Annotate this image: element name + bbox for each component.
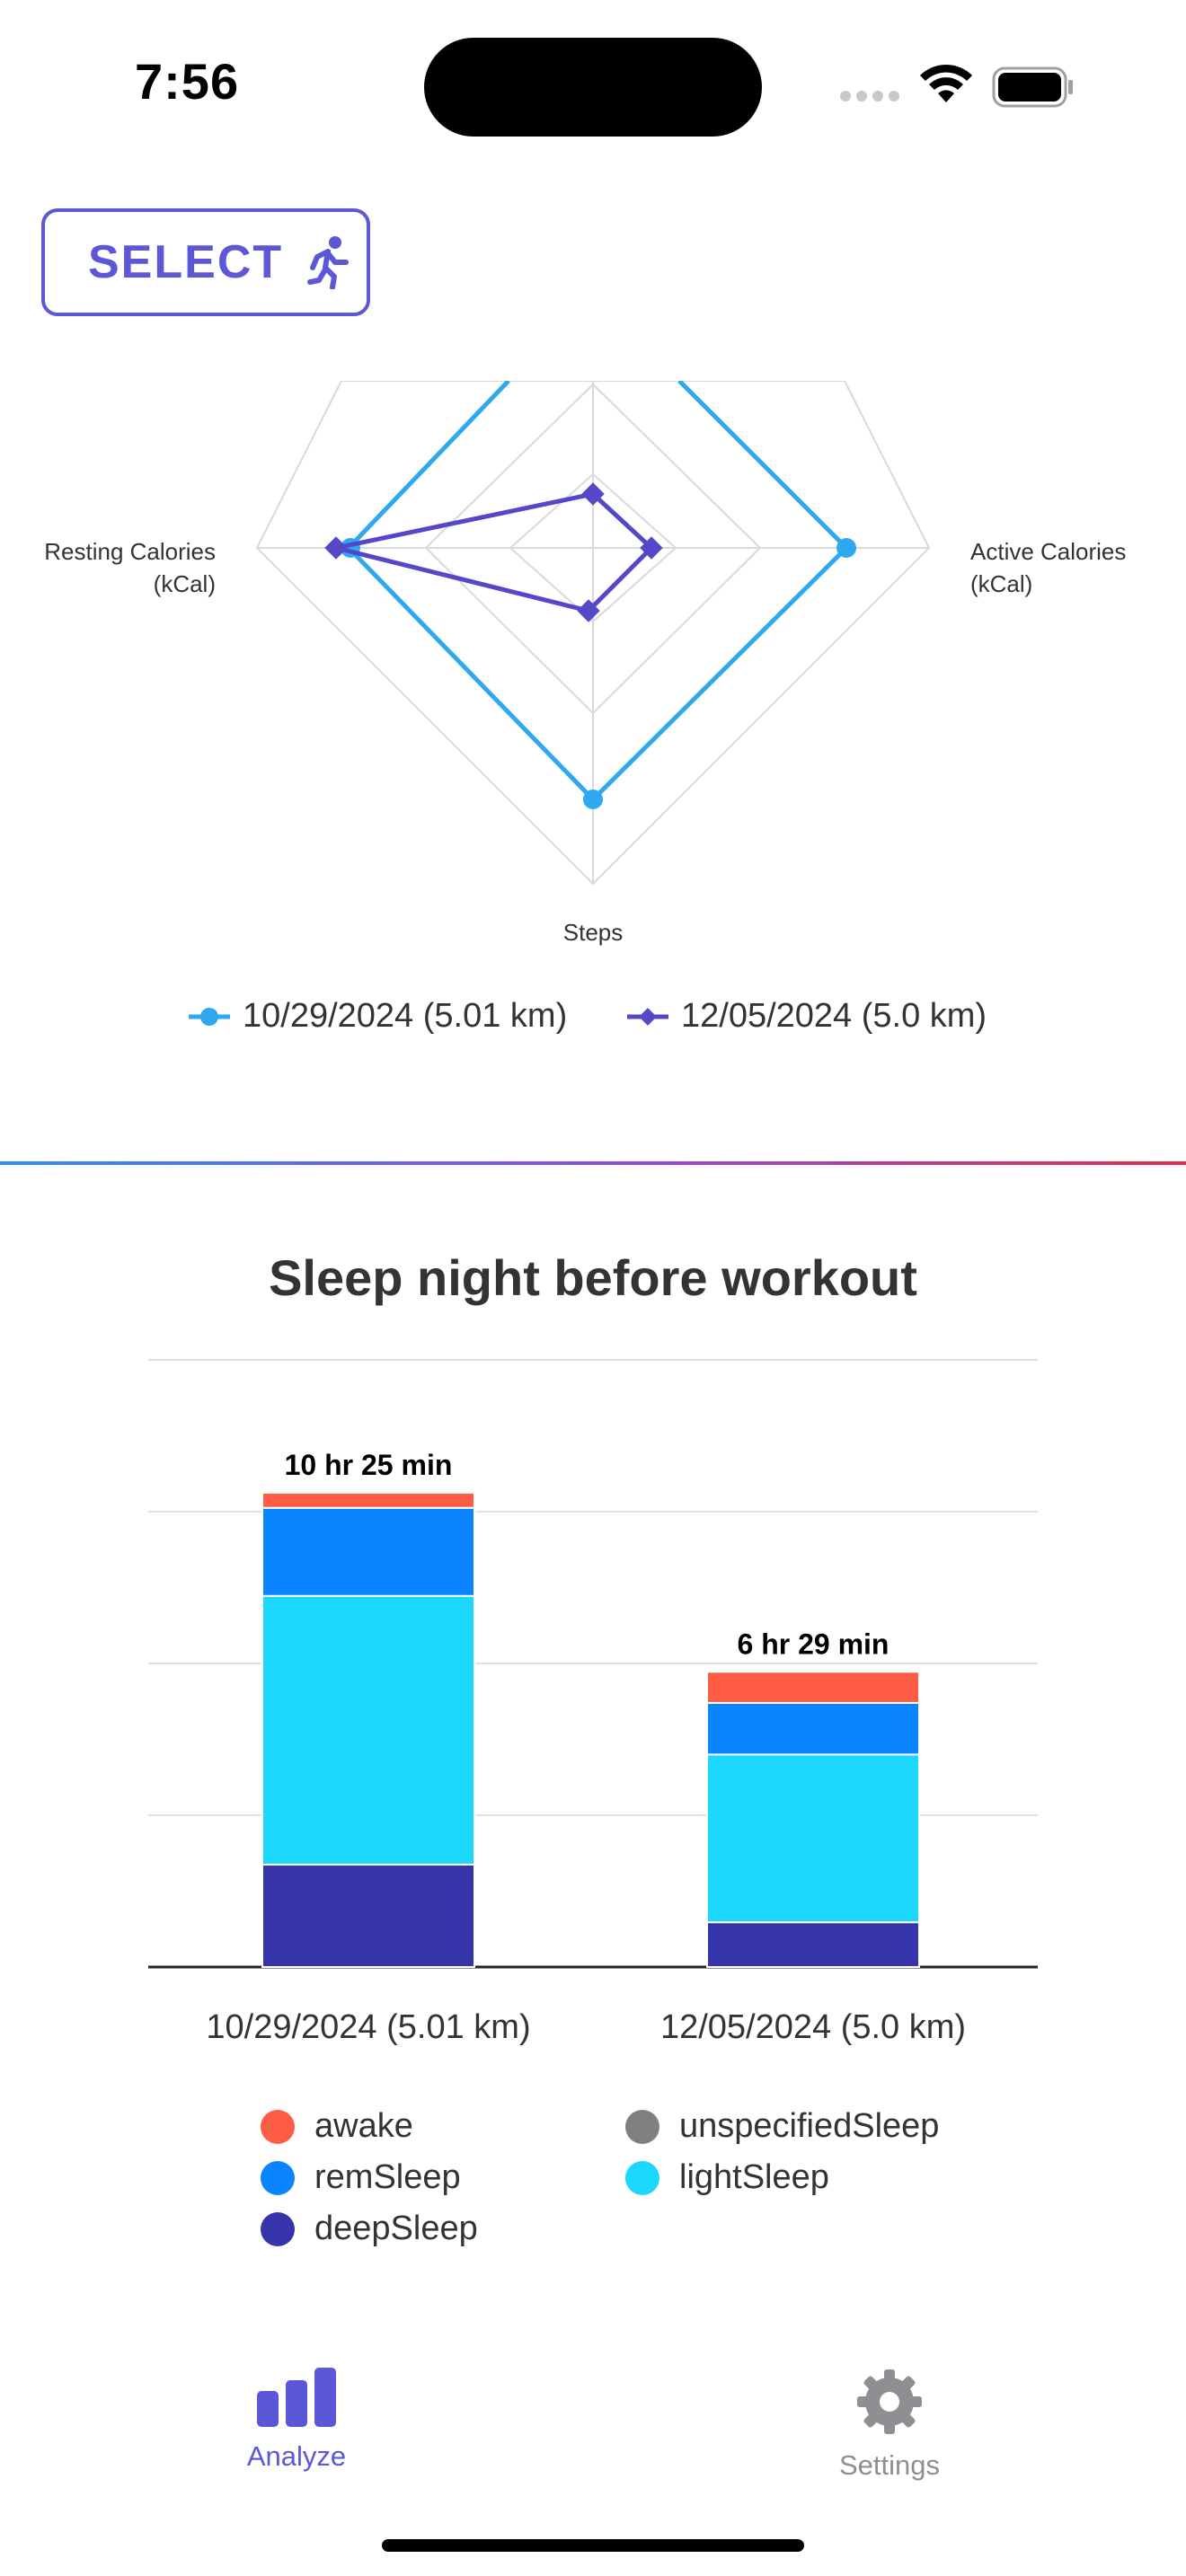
bar-segment-awake — [261, 1491, 475, 1509]
bar-segment-deepSleep — [261, 1863, 475, 1968]
radar-legend-label-2: 12/05/2024 (5.0 km) — [681, 997, 987, 1035]
series-10-29-2024 — [341, 381, 856, 809]
radar-point-active-1 — [836, 538, 856, 558]
light-swatch — [625, 2160, 659, 2195]
radar-legend-label-1: 10/29/2024 (5.01 km) — [243, 997, 568, 1035]
radar-series-line-1 — [345, 381, 850, 803]
dynamic-island — [424, 38, 762, 137]
diamond-marker-icon — [627, 1007, 668, 1026]
deep-swatch — [261, 2211, 295, 2246]
radar-point-resting-2 — [324, 536, 348, 560]
legend-awake: awake — [261, 2107, 413, 2146]
x-axis-label-1: 10/29/2024 (5.01 km) — [206, 2008, 531, 2046]
bar-chart-icon — [257, 2368, 336, 2427]
radar-legend-item-2: 12/05/2024 (5.0 km) — [627, 997, 987, 1036]
bar-total-label: 6 hr 29 min — [738, 1628, 890, 1660]
home-indicator — [382, 2539, 804, 2552]
series-12-05-2024 — [324, 482, 663, 622]
sleep-stacked-bar-chart: 10 hr 25 min 6 hr 29 min — [148, 1359, 1038, 1969]
bar-segment-remSleep — [261, 1506, 475, 1597]
rem-swatch — [261, 2160, 295, 2195]
gear-icon — [857, 2369, 922, 2434]
awake-swatch — [261, 2109, 295, 2144]
radar-axis-label-resting-text: Resting Calories (kCal) — [44, 538, 216, 597]
tab-analyze[interactable]: Analyze — [225, 2368, 368, 2473]
radar-axis-label-steps: Steps — [562, 919, 624, 946]
sleep-chart-title: Sleep night before workout — [269, 1249, 917, 1306]
bar-segment-awake — [706, 1671, 920, 1704]
x-axis-label-2: 12/05/2024 (5.0 km) — [659, 2008, 967, 2046]
tab-settings-label: Settings — [838, 2449, 940, 2481]
legend-light: lightSleep — [625, 2158, 829, 2197]
legend-rem: remSleep — [261, 2158, 461, 2197]
tab-analyze-label: Analyze — [246, 2440, 347, 2472]
radar-axis-label-resting: Resting Calories (kCal) — [27, 535, 216, 600]
legend-unspecified-label: unspecifiedSleep — [679, 2107, 940, 2145]
radar-legend-item-1: 10/29/2024 (5.01 km) — [189, 997, 567, 1036]
wifi-icon — [920, 64, 972, 102]
unspecified-swatch — [625, 2109, 659, 2144]
circle-marker-icon — [189, 1007, 230, 1026]
select-button-label: SELECT — [88, 236, 284, 288]
section-divider — [0, 1161, 1186, 1165]
bar-segment-lightSleep — [261, 1594, 475, 1866]
tab-settings[interactable]: Settings — [818, 2368, 961, 2482]
cellular-signal-icon — [840, 90, 905, 106]
legend-awake-label: awake — [314, 2107, 413, 2145]
battery-icon — [992, 66, 1073, 108]
radar-point-steps-1 — [583, 790, 603, 809]
status-time: 7:56 — [135, 53, 240, 110]
legend-rem-label: remSleep — [314, 2158, 461, 2196]
radar-axis-label-active-text: Active Calories (kCal) — [970, 538, 1127, 597]
bar-total-label: 10 hr 25 min — [285, 1449, 453, 1481]
legend-unspecified: unspecifiedSleep — [625, 2107, 939, 2146]
bar-segment-deepSleep — [706, 1921, 920, 1969]
select-workout-button[interactable]: SELECT — [41, 208, 370, 316]
radar-axis-label-active: Active Calories (kCal) — [970, 535, 1168, 600]
running-figure-icon — [307, 236, 350, 289]
legend-light-label: lightSleep — [679, 2158, 829, 2196]
legend-deep: deepSleep — [261, 2210, 478, 2248]
bar-segment-lightSleep — [706, 1753, 920, 1924]
bar-segment-remSleep — [706, 1701, 920, 1756]
legend-deep-label: deepSleep — [314, 2210, 478, 2247]
radar-chart — [255, 381, 931, 886]
